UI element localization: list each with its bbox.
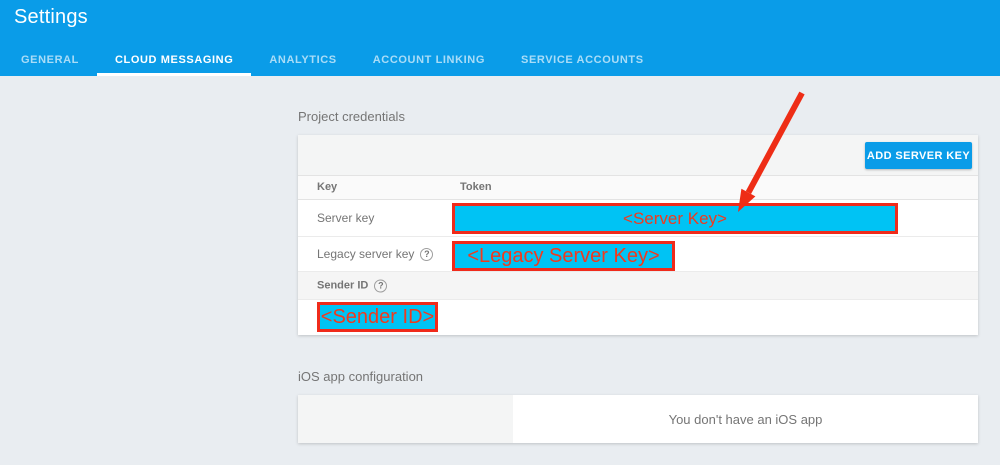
help-icon[interactable]: ? [420,248,433,261]
sender-id-redaction-box: <Sender ID> [317,302,438,332]
page-title: Settings [14,6,88,29]
credentials-table-header: Key Token [298,176,978,200]
ios-app-configuration-card: You don't have an iOS app [298,395,978,443]
table-row-sender-id-value: <Sender ID> [298,300,978,334]
table-row-legacy-server-key: Legacy server key ? <Legacy Server Key> [298,237,978,272]
tab-bar: GENERAL CLOUD MESSAGING ANALYTICS ACCOUN… [3,43,662,76]
server-key-redaction-box: <Server Key> [452,203,898,234]
help-icon[interactable]: ? [374,279,387,292]
table-row-sender-id-header: Sender ID ? [298,272,978,300]
credentials-toolbar: ADD SERVER KEY [298,135,978,176]
settings-page: Settings GENERAL CLOUD MESSAGING ANALYTI… [0,0,1000,465]
add-server-key-button[interactable]: ADD SERVER KEY [865,142,972,169]
tab-account-linking[interactable]: ACCOUNT LINKING [355,43,503,76]
project-credentials-heading: Project credentials [298,109,405,124]
column-header-token: Token [460,181,492,193]
sender-id-label: Sender ID ? [317,279,387,292]
ios-card-left-panel [298,395,513,443]
sender-id-text: Sender ID [317,280,368,292]
tab-service-accounts[interactable]: SERVICE ACCOUNTS [503,43,662,76]
column-header-key: Key [317,181,337,193]
legacy-server-key-label: Legacy server key ? [317,247,433,261]
project-credentials-card: ADD SERVER KEY Key Token Server key <Ser… [298,135,978,335]
app-header: Settings GENERAL CLOUD MESSAGING ANALYTI… [0,0,1000,76]
tab-analytics[interactable]: ANALYTICS [251,43,354,76]
server-key-label: Server key [317,211,374,225]
legacy-server-key-redaction-box: <Legacy Server Key> [452,241,675,271]
ios-app-configuration-heading: iOS app configuration [298,369,423,384]
ios-empty-message: You don't have an iOS app [513,395,978,443]
table-row-server-key: Server key <Server Key> [298,200,978,237]
tab-general[interactable]: GENERAL [3,43,97,76]
legacy-server-key-text: Legacy server key [317,247,414,261]
tab-cloud-messaging[interactable]: CLOUD MESSAGING [97,43,251,76]
